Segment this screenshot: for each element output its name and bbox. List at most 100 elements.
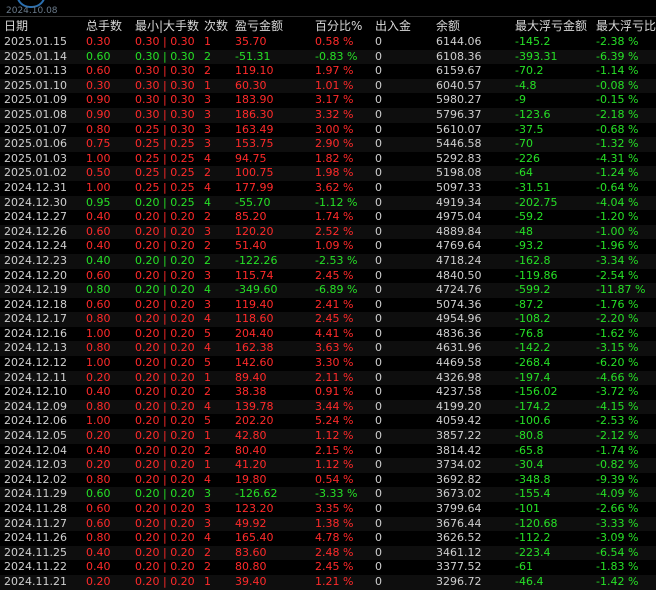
cell-pnl: 115.74 xyxy=(235,268,274,282)
cell-balance: 3734.02 xyxy=(436,458,482,472)
cell-balance: 5796.37 xyxy=(436,107,482,121)
cell-min-max-lots: 0.30 | 0.30 xyxy=(135,93,195,107)
cell-max-floating-loss: -61 xyxy=(515,560,533,574)
cell-balance: 3296.72 xyxy=(436,574,482,588)
cell-total-lots: 0.80 xyxy=(86,531,111,545)
table-body: 2025.01.15 0.30 0.30 | 0.30 1 35.70 0.58 % 0 61… xyxy=(0,35,656,590)
cell-pnl: 204.40 xyxy=(235,326,274,340)
cell-percent: 2.41 % xyxy=(315,297,354,311)
cell-total-lots: 0.60 xyxy=(86,268,111,282)
cell-count: 3 xyxy=(204,297,211,311)
cell-count: 5 xyxy=(204,356,211,370)
cell-pnl: -349.60 xyxy=(235,283,278,297)
cell-min-max-lots: 0.30 | 0.30 xyxy=(135,49,195,63)
cell-balance: 4718.24 xyxy=(436,253,482,267)
cell-balance: 5292.83 xyxy=(436,151,482,165)
cell-total-lots: 0.30 xyxy=(86,78,111,92)
cell-count: 4 xyxy=(204,399,211,413)
cell-min-max-lots: 0.20 | 0.20 xyxy=(135,239,195,253)
cell-balance: 4469.58 xyxy=(436,356,482,370)
cell-deposit-withdraw: 0 xyxy=(375,64,382,78)
cell-percent: 3.00 % xyxy=(315,122,354,136)
cell-max-floating-loss-pct: -4.15 % xyxy=(596,399,639,413)
cell-max-floating-loss-pct: -1.62 % xyxy=(596,326,639,340)
cell-balance: 3692.82 xyxy=(436,472,482,486)
cell-pnl: -51.31 xyxy=(235,49,271,63)
header-balance: 余额 xyxy=(436,19,461,33)
cell-count: 1 xyxy=(204,429,211,443)
cell-deposit-withdraw: 0 xyxy=(375,122,382,136)
cell-max-floating-loss-pct: -1.14 % xyxy=(596,64,639,78)
cell-max-floating-loss-pct: -4.66 % xyxy=(596,370,639,384)
cell-total-lots: 0.80 xyxy=(86,312,111,326)
cell-deposit-withdraw: 0 xyxy=(375,195,382,209)
cell-deposit-withdraw: 0 xyxy=(375,49,382,63)
table-row: 2024.11.27 0.60 0.20 | 0.20 3 49.92 1.38 % 0 36… xyxy=(0,516,656,532)
cell-count: 4 xyxy=(204,151,211,165)
cell-total-lots: 0.80 xyxy=(86,283,111,297)
table-row: 2024.12.20 0.60 0.20 | 0.20 3 115.74 2.45 % 0 4… xyxy=(0,269,656,284)
cell-date: 2024.12.30 xyxy=(4,195,67,209)
cell-date: 2025.01.07 xyxy=(4,122,67,136)
cell-deposit-withdraw: 0 xyxy=(375,399,382,413)
cell-max-floating-loss-pct: -1.74 % xyxy=(596,443,639,457)
table-row: 2024.12.18 0.60 0.20 | 0.20 3 119.40 2.41 % 0 5… xyxy=(0,298,656,313)
cell-max-floating-loss: -142.2 xyxy=(515,341,551,355)
cell-count: 4 xyxy=(204,283,211,297)
cell-total-lots: 0.60 xyxy=(86,64,111,78)
cell-deposit-withdraw: 0 xyxy=(375,341,382,355)
header-total-lots: 总手数 xyxy=(86,19,123,33)
cell-date: 2024.12.18 xyxy=(4,297,67,311)
cell-percent: 3.63 % xyxy=(315,341,354,355)
table-row: 2024.12.24 0.40 0.20 | 0.20 2 51.40 1.09 % 0 47… xyxy=(0,239,656,254)
cell-max-floating-loss-pct: -2.54 % xyxy=(596,268,639,282)
table-row: 2024.11.25 0.40 0.20 | 0.20 2 83.60 2.48 % 0 34… xyxy=(0,545,656,561)
cell-percent: 3.30 % xyxy=(315,356,354,370)
cell-deposit-withdraw: 0 xyxy=(375,297,382,311)
cell-date: 2025.01.08 xyxy=(4,107,67,121)
cell-deposit-withdraw: 0 xyxy=(375,502,382,515)
cell-percent: 3.32 % xyxy=(315,107,354,121)
cell-count: 1 xyxy=(204,458,211,472)
cell-max-floating-loss: -156.02 xyxy=(515,385,558,399)
cell-date: 2025.01.10 xyxy=(4,78,67,92)
table-row: 2024.12.31 1.00 0.25 | 0.25 4 177.99 3.62 % 0 5… xyxy=(0,181,656,196)
header-max-floating-loss: 最大浮亏金额 xyxy=(515,19,588,33)
cell-max-floating-loss-pct: -1.24 % xyxy=(596,166,639,180)
header-date: 日期 xyxy=(4,19,29,33)
cell-balance: 3461.12 xyxy=(436,545,482,559)
cell-percent: 2.48 % xyxy=(315,545,354,559)
cell-deposit-withdraw: 0 xyxy=(375,531,382,545)
cell-pnl: 39.40 xyxy=(235,574,267,588)
cell-min-max-lots: 0.20 | 0.20 xyxy=(135,370,195,384)
cell-total-lots: 0.75 xyxy=(86,137,111,151)
cell-max-floating-loss: -197.4 xyxy=(515,370,551,384)
cell-count: 2 xyxy=(204,49,211,63)
cell-min-max-lots: 0.20 | 0.20 xyxy=(135,429,195,443)
cell-percent: -2.53 % xyxy=(315,253,358,267)
cell-pnl: 41.20 xyxy=(235,458,267,472)
cell-pnl: 100.75 xyxy=(235,166,274,180)
cell-count: 4 xyxy=(204,195,211,209)
cell-count: 2 xyxy=(204,253,211,267)
cell-date: 2024.12.13 xyxy=(4,341,67,355)
cell-total-lots: 0.80 xyxy=(86,122,111,136)
cell-total-lots: 0.60 xyxy=(86,487,111,501)
cell-max-floating-loss: -599.2 xyxy=(515,283,551,297)
table-row: 2024.11.21 0.20 0.20 | 0.20 1 39.40 1.21 % 0 32… xyxy=(0,574,656,590)
cell-pnl: 42.80 xyxy=(235,429,267,443)
cell-percent: 1.82 % xyxy=(315,151,354,165)
cell-balance: 5097.33 xyxy=(436,180,482,194)
table-row: 2025.01.13 0.60 0.30 | 0.30 2 119.10 1.97 % 0 6… xyxy=(0,64,656,79)
table-row: 2024.12.17 0.80 0.20 | 0.20 4 118.60 2.45 % 0 4… xyxy=(0,312,656,327)
cell-min-max-lots: 0.20 | 0.20 xyxy=(135,487,195,501)
table-row: 2024.12.13 0.80 0.20 | 0.20 4 162.38 3.63 % 0 4… xyxy=(0,341,656,357)
cell-balance: 4975.04 xyxy=(436,210,482,224)
cell-percent: 2.45 % xyxy=(315,560,354,574)
cell-min-max-lots: 0.20 | 0.20 xyxy=(135,268,195,282)
cell-percent: 1.21 % xyxy=(315,574,354,588)
cell-max-floating-loss-pct: -0.64 % xyxy=(596,180,639,194)
cell-min-max-lots: 0.20 | 0.20 xyxy=(135,297,195,311)
cell-min-max-lots: 0.25 | 0.25 xyxy=(135,180,195,194)
cell-max-floating-loss: -80.8 xyxy=(515,429,544,443)
